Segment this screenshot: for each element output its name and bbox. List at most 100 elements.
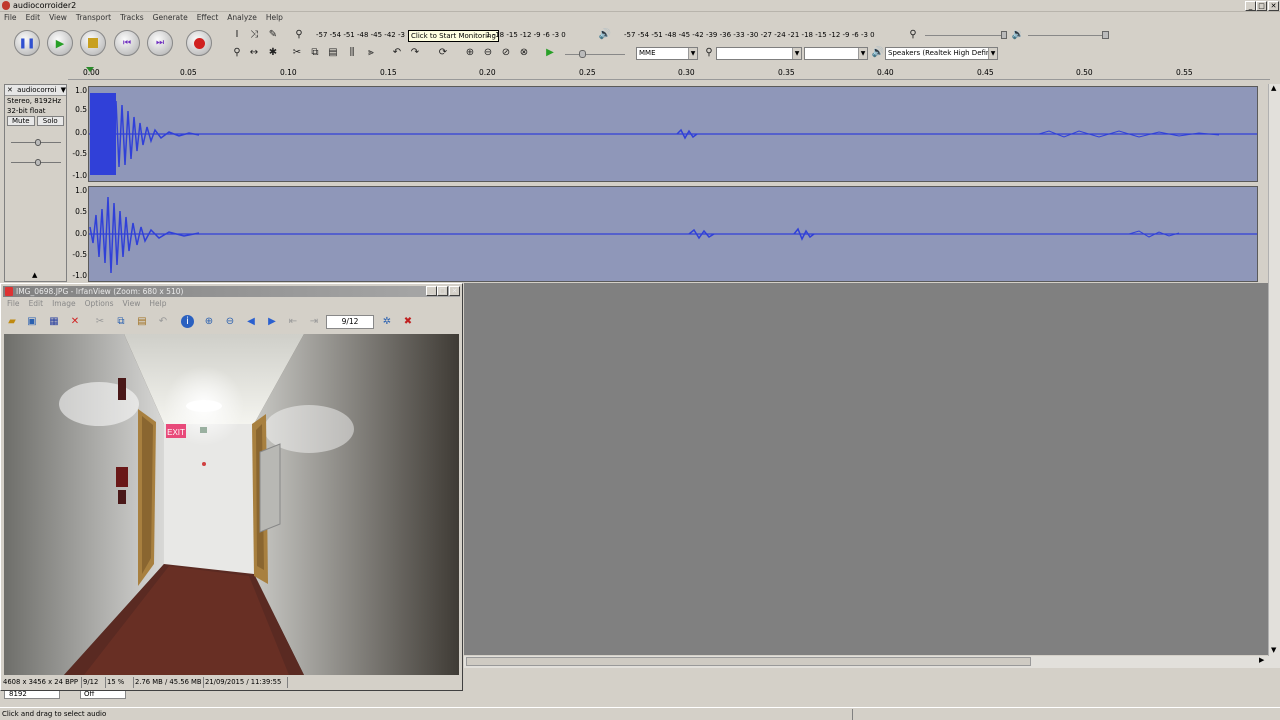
timeshift-tool-icon[interactable]: ↔ bbox=[247, 46, 261, 60]
image-index: 9/12 bbox=[82, 677, 106, 688]
output-volume-thumb[interactable] bbox=[1102, 31, 1109, 39]
iv-menu-view[interactable]: View bbox=[123, 298, 141, 310]
page-counter-field[interactable]: 9/12 bbox=[326, 315, 374, 329]
input-volume-thumb[interactable] bbox=[1001, 31, 1007, 39]
collapse-track-icon[interactable]: ▲ bbox=[32, 271, 37, 279]
sync-lock-icon[interactable]: ⟳ bbox=[436, 46, 450, 60]
cut-icon[interactable]: ✂ bbox=[93, 315, 107, 329]
last-page-icon[interactable]: ⇥ bbox=[307, 315, 321, 329]
maximize-button[interactable]: □ bbox=[1256, 1, 1267, 11]
track-close-icon[interactable]: ✕ bbox=[7, 85, 13, 95]
menu-help[interactable]: Help bbox=[266, 12, 283, 24]
zoom-out-icon[interactable]: ⊖ bbox=[481, 46, 495, 60]
input-channels-select[interactable]: ▼ bbox=[804, 47, 868, 60]
stop-button[interactable] bbox=[80, 30, 106, 56]
waveform-left-channel[interactable] bbox=[88, 86, 1258, 182]
output-device-select[interactable]: Speakers (Realtek High Definiti ▼ bbox=[885, 47, 998, 60]
vertical-scrollbar[interactable]: ▲ ▼ bbox=[1268, 84, 1280, 668]
copy-icon[interactable]: ⧉ bbox=[114, 315, 128, 329]
fit-project-icon[interactable]: ⊗ bbox=[517, 46, 531, 60]
menu-analyze[interactable]: Analyze bbox=[227, 12, 257, 24]
zoom-out-icon[interactable]: ⊖ bbox=[223, 315, 237, 329]
pan-slider[interactable] bbox=[11, 159, 61, 167]
empty-track-area[interactable] bbox=[464, 283, 1270, 655]
gain-slider[interactable] bbox=[11, 139, 61, 147]
paste-icon[interactable]: ▤ bbox=[135, 315, 149, 329]
host-select[interactable]: MME ▼ bbox=[636, 47, 698, 60]
input-meter-scale-2[interactable]: 1 -18 -15 -12 -9 -6 -3 0 bbox=[486, 28, 586, 42]
paste-icon[interactable]: ▤ bbox=[326, 46, 340, 60]
horizontal-scrollbar[interactable]: ▶ bbox=[464, 656, 1269, 668]
chevron-down-icon: ▼ bbox=[792, 48, 801, 59]
next-icon[interactable]: ▶ bbox=[265, 315, 279, 329]
play-speed-thumb[interactable] bbox=[579, 50, 586, 58]
first-page-icon[interactable]: ⇤ bbox=[286, 315, 300, 329]
menu-effect[interactable]: Effect bbox=[197, 12, 219, 24]
mute-button[interactable]: Mute bbox=[7, 116, 35, 126]
iv-menu-file[interactable]: File bbox=[7, 298, 20, 310]
selection-tool-icon[interactable]: I bbox=[230, 28, 244, 42]
irfanview-minimize-button[interactable]: _ bbox=[426, 286, 437, 296]
exit-icon[interactable]: ✖ bbox=[401, 315, 415, 329]
output-meter-scale[interactable]: -57 -54 -51 -48 -45 -42 -39 -36 -33 -30 … bbox=[624, 28, 892, 42]
scroll-right-icon[interactable]: ▶ bbox=[1259, 656, 1264, 664]
settings-icon[interactable]: ✲ bbox=[380, 315, 394, 329]
scroll-down-icon[interactable]: ▼ bbox=[1271, 646, 1276, 654]
silence-icon[interactable]: ⫸ bbox=[364, 46, 378, 60]
menu-file[interactable]: File bbox=[4, 12, 17, 24]
irfanview-maximize-button[interactable]: □ bbox=[437, 286, 448, 296]
irfanview-close-button[interactable]: ✕ bbox=[449, 286, 460, 296]
iv-menu-options[interactable]: Options bbox=[85, 298, 114, 310]
input-meter-scale[interactable]: -57 -54 -51 -48 -45 -42 -3 bbox=[316, 28, 408, 42]
multi-tool-icon[interactable]: ✱ bbox=[266, 46, 280, 60]
info-icon[interactable]: i bbox=[181, 315, 194, 328]
menu-view[interactable]: View bbox=[49, 12, 67, 24]
iv-menu-edit[interactable]: Edit bbox=[29, 298, 44, 310]
iv-menu-image[interactable]: Image bbox=[52, 298, 76, 310]
undo-icon[interactable]: ↶ bbox=[156, 315, 170, 329]
envelope-tool-icon[interactable]: ⤨ bbox=[247, 28, 261, 42]
save-icon[interactable]: ▦ bbox=[47, 315, 61, 329]
previous-icon[interactable]: ◀ bbox=[244, 315, 258, 329]
menu-generate[interactable]: Generate bbox=[153, 12, 188, 24]
output-volume-slider[interactable] bbox=[1028, 35, 1108, 36]
gain-thumb[interactable] bbox=[35, 139, 41, 146]
copy-icon[interactable]: ⧉ bbox=[308, 46, 322, 60]
fit-selection-icon[interactable]: ⊘ bbox=[499, 46, 513, 60]
draw-tool-icon[interactable]: ✎ bbox=[266, 28, 280, 42]
zoom-in-icon[interactable]: ⊕ bbox=[463, 46, 477, 60]
slideshow-icon[interactable]: ▣ bbox=[25, 315, 39, 329]
play-at-speed-icon[interactable]: ▶ bbox=[543, 46, 557, 60]
iv-menu-help[interactable]: Help bbox=[149, 298, 166, 310]
record-button[interactable] bbox=[186, 30, 212, 56]
solo-button[interactable]: Solo bbox=[36, 116, 64, 126]
trim-icon[interactable]: ⫼ bbox=[345, 46, 359, 60]
menu-edit[interactable]: Edit bbox=[26, 12, 41, 24]
hallway-photo[interactable]: EXIT bbox=[4, 334, 459, 675]
minimize-button[interactable]: _ bbox=[1245, 1, 1256, 11]
zoom-tool-icon[interactable]: ⚲ bbox=[230, 46, 244, 60]
pan-thumb[interactable] bbox=[35, 159, 41, 166]
undo-icon[interactable]: ↶ bbox=[390, 46, 404, 60]
scroll-up-icon[interactable]: ▲ bbox=[1271, 84, 1276, 92]
track-menu-chevron-icon[interactable]: ▼ bbox=[61, 85, 66, 95]
input-device-select[interactable]: ▼ bbox=[716, 47, 802, 60]
play-speed-slider[interactable] bbox=[565, 54, 625, 55]
input-volume-slider[interactable] bbox=[925, 35, 1005, 36]
menu-transport[interactable]: Transport bbox=[76, 12, 111, 24]
horizontal-scroll-thumb[interactable] bbox=[466, 657, 1031, 666]
waveform-right-channel[interactable] bbox=[88, 186, 1258, 282]
delete-icon[interactable]: ✕ bbox=[68, 315, 82, 329]
zoom-in-icon[interactable]: ⊕ bbox=[202, 315, 216, 329]
skip-start-button[interactable]: ⏮ bbox=[114, 30, 140, 56]
open-folder-icon[interactable]: ▰ bbox=[5, 315, 19, 329]
timeline-ruler[interactable]: 0.00 0.05 0.10 0.15 0.20 0.25 0.30 0.35 … bbox=[68, 66, 1270, 80]
pause-button[interactable]: ❚❚ bbox=[14, 30, 40, 56]
close-button[interactable]: ✕ bbox=[1268, 1, 1279, 11]
redo-icon[interactable]: ↷ bbox=[408, 46, 422, 60]
menu-tracks[interactable]: Tracks bbox=[120, 12, 144, 24]
cut-icon[interactable]: ✂ bbox=[290, 46, 304, 60]
play-button[interactable]: ▶ bbox=[47, 30, 73, 56]
skip-end-button[interactable]: ⏭ bbox=[147, 30, 173, 56]
track-name[interactable]: audiocorroi bbox=[17, 85, 56, 95]
